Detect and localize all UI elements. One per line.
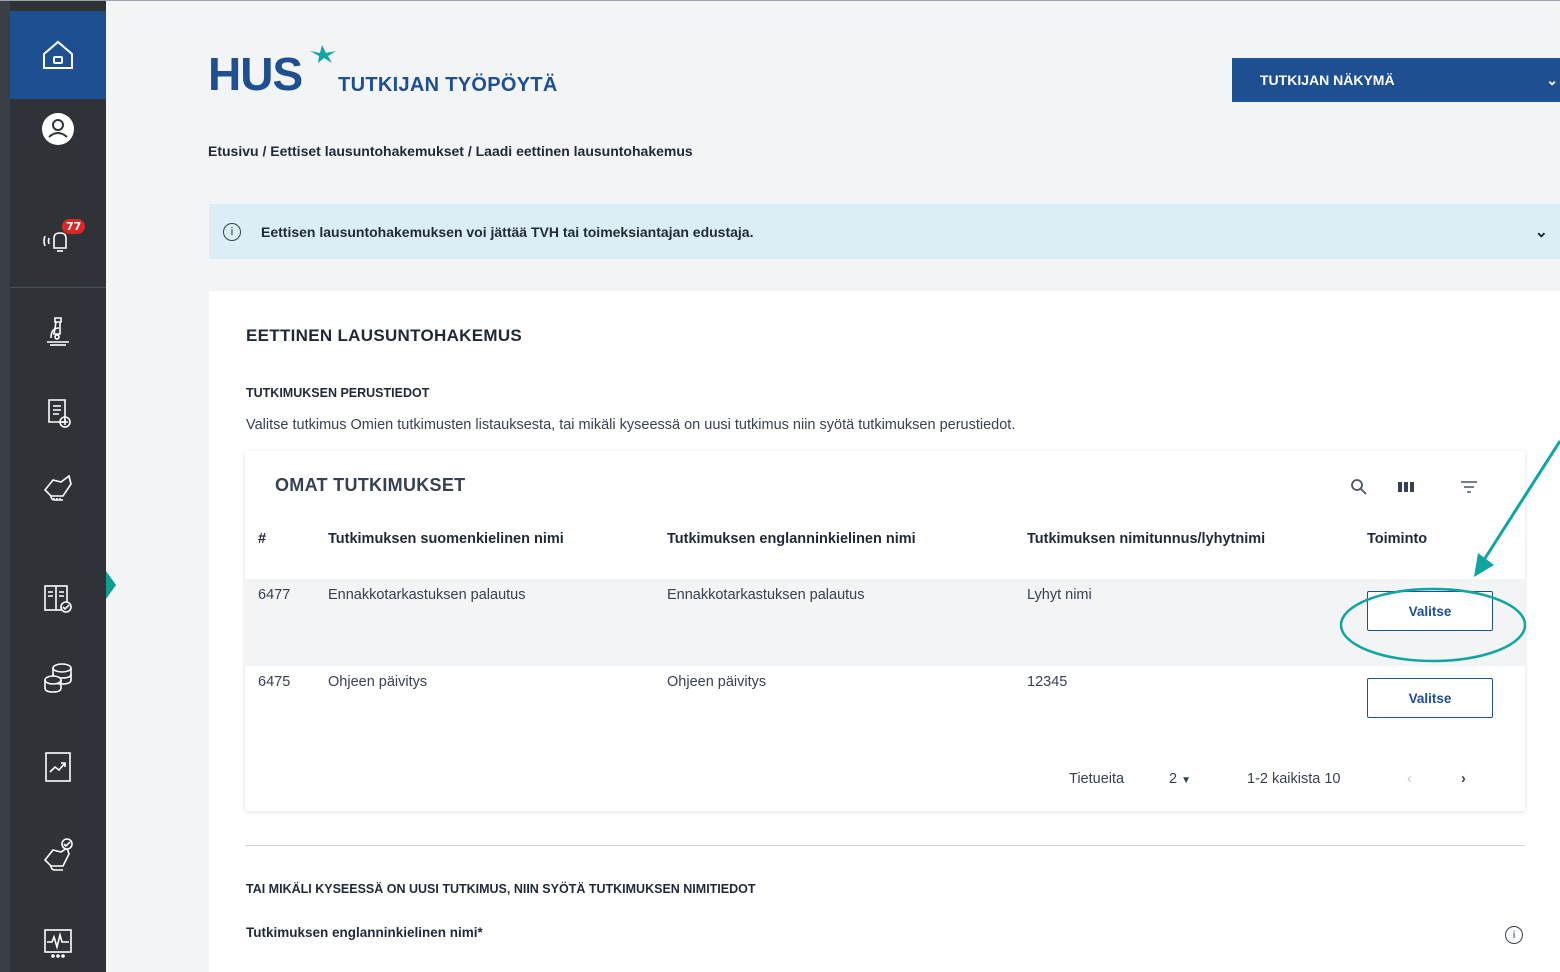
monitor-icon — [44, 929, 72, 958]
chevron-down-icon[interactable]: ⌄ — [1535, 222, 1548, 242]
logo-text: HUS — [208, 48, 303, 100]
chevron-down-icon: ⌄ — [1546, 72, 1558, 88]
divider — [245, 845, 1525, 846]
app-title: TUTKIJAN TYÖPÖYTÄ — [338, 74, 558, 96]
application-form-card: EETTINEN LAUSUNTOHAKEMUS TUTKIMUKSEN PER… — [209, 291, 1560, 972]
cell-en-name: Ennakkotarkastuksen palautus — [667, 587, 865, 603]
section-title: TUTKIMUKSEN PERUSTIEDOT — [246, 386, 430, 400]
sidebar-item-applications[interactable] — [10, 371, 106, 455]
sidebar-strip — [0, 1, 10, 972]
select-button[interactable]: Valitse — [1367, 678, 1493, 718]
notification-count-badge: 77 — [62, 219, 86, 234]
search-icon[interactable] — [1347, 475, 1371, 499]
sidebar-item-finance[interactable] — [10, 635, 106, 719]
cell-fi-name: Ohjeen päivitys — [328, 674, 428, 690]
column-header-action: Toiminto — [1367, 531, 1428, 547]
hus-logo[interactable]: HUS TUTKIJAN TYÖPÖYTÄ — [208, 45, 558, 100]
sidebar: 77 — [0, 1, 116, 972]
form-title: EETTINEN LAUSUNTOHAKEMUS — [246, 326, 523, 345]
rows-per-page-value: 2 — [1169, 771, 1178, 787]
active-indicator — [106, 571, 116, 599]
column-header-en-name[interactable]: Tutkimuksen englanninkielinen nimi — [667, 531, 916, 547]
microscope-icon — [47, 317, 69, 346]
table-row[interactable]: 6475 Ohjeen päivitys Ohjeen päivitys 123… — [245, 666, 1525, 753]
chart-icon — [45, 752, 71, 782]
pagination-range: 1-2 kaikista 10 — [1247, 771, 1341, 787]
sidebar-item-monitoring[interactable] — [10, 901, 106, 972]
coins-icon — [44, 663, 72, 693]
sidebar-item-research[interactable] — [10, 289, 106, 373]
column-header-short-name[interactable]: Tutkimuksen nimitunnus/lyhytnimi — [1027, 531, 1265, 547]
checklist-icon — [44, 585, 72, 613]
rows-per-page-label: Tietueita — [1069, 771, 1125, 787]
info-icon[interactable]: i — [1505, 926, 1523, 944]
logo-cross-icon — [310, 45, 336, 63]
cell-short-name: Lyhyt nimi — [1027, 587, 1092, 603]
home-icon — [43, 40, 73, 69]
english-name-field-label: Tutkimuksen englanninkielinen nimi* — [246, 925, 483, 940]
info-banner-text: Eettisen lausuntohakemuksen voi jättää T… — [261, 223, 754, 240]
select-button[interactable]: Valitse — [1367, 591, 1493, 631]
column-header-fi-name[interactable]: Tutkimuksen suomenkielinen nimi — [328, 531, 564, 547]
sidebar-item-agreements[interactable] — [10, 445, 106, 529]
sidebar-item-notifications[interactable]: 77 — [10, 199, 106, 283]
sidebar-divider — [10, 287, 106, 288]
new-study-section-title: TAI MIKÄLI KYSEESSÄ ON UUSI TUTKIMUS, NI… — [246, 882, 756, 896]
column-header-id[interactable]: # — [258, 531, 266, 547]
view-select-dropdown[interactable]: TUTKIJAN NÄKYMÄ ⌄ — [1232, 58, 1560, 102]
handshake-icon — [43, 474, 72, 501]
sidebar-item-profile[interactable] — [10, 87, 106, 171]
info-icon: i — [223, 222, 241, 241]
sidebar-item-home[interactable] — [10, 11, 106, 99]
sidebar-item-tasks[interactable] — [10, 557, 106, 641]
caret-down-icon: ▼ — [1181, 775, 1192, 786]
sidebar-item-reports[interactable] — [10, 725, 106, 809]
filter-icon[interactable] — [1457, 475, 1481, 499]
cell-en-name: Ohjeen päivitys — [667, 674, 767, 690]
sidebar-item-approvals[interactable] — [10, 813, 106, 897]
own-studies-table: OMAT TUTKIMUKSET # Tutkimuksen suomenkie… — [245, 451, 1525, 811]
cell-id: 6475 — [258, 674, 291, 690]
table-row[interactable]: 6477 Ennakkotarkastuksen palautus Ennakk… — [245, 579, 1525, 666]
info-banner[interactable]: i Eettisen lausuntohakemuksen voi jättää… — [209, 204, 1560, 259]
rows-per-page-select[interactable]: 2 ▼ — [1169, 771, 1191, 787]
breadcrumb[interactable]: Etusivu / Eettiset lausuntohakemukset / … — [208, 143, 693, 159]
handshake-check-icon — [43, 838, 73, 871]
table-title: OMAT TUTKIMUKSET — [275, 475, 466, 495]
cell-fi-name: Ennakkotarkastuksen palautus — [328, 587, 526, 603]
columns-icon[interactable] — [1394, 475, 1418, 499]
table-header: # Tutkimuksen suomenkielinen nimi Tutkim… — [245, 523, 1525, 579]
cell-id: 6477 — [258, 587, 291, 603]
document-add-icon — [48, 399, 71, 428]
cell-short-name: 12345 — [1027, 674, 1068, 690]
user-icon — [42, 113, 74, 145]
next-page-icon[interactable]: › — [1461, 771, 1466, 787]
section-description: Valitse tutkimus Omien tutkimusten lista… — [246, 417, 1016, 433]
prev-page-icon[interactable]: ‹ — [1407, 771, 1412, 787]
view-select-value: TUTKIJAN NÄKYMÄ — [1260, 72, 1395, 88]
